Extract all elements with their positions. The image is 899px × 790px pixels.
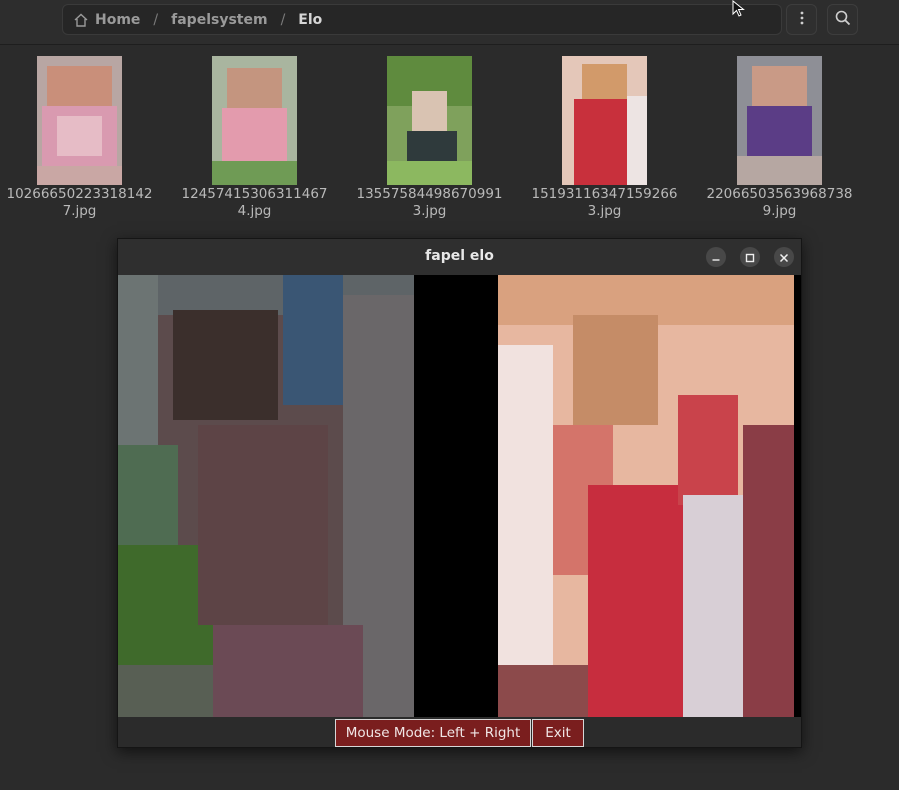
maximize-button[interactable]: [740, 247, 760, 267]
file-name: 13557584498670991 3.jpg: [356, 186, 503, 219]
mouse-cursor-icon: [732, 0, 746, 22]
exit-button[interactable]: Exit: [532, 719, 584, 747]
breadcrumb-home[interactable]: Home: [95, 12, 140, 28]
file-name: 15193116347159266 3.jpg: [531, 186, 678, 219]
right-image-pane[interactable]: [498, 275, 794, 717]
minimize-icon: [711, 248, 721, 267]
file-name: 10266650223318142 7.jpg: [6, 186, 153, 219]
maximize-icon: [745, 248, 755, 267]
breadcrumb-current[interactable]: Elo: [298, 12, 322, 28]
mouse-mode-button[interactable]: Mouse Mode: Left + Right: [335, 719, 531, 747]
window-title: fapel elo: [425, 248, 494, 264]
file-name: 12457415306311467 4.jpg: [181, 186, 328, 219]
kebab-menu-icon: [800, 10, 804, 29]
close-button[interactable]: [774, 247, 794, 267]
breadcrumb-separator: /: [153, 11, 159, 28]
breadcrumb-separator: /: [280, 11, 286, 28]
image-thumbnail: [212, 56, 297, 185]
file-item[interactable]: 12457415306311467 4.jpg: [167, 56, 342, 220]
file-name: 22066503563968738 9.jpg: [706, 186, 853, 219]
breadcrumb[interactable]: Home / fapelsystem / Elo: [62, 4, 782, 35]
file-item[interactable]: 13557584498670991 3.jpg: [342, 56, 517, 220]
breadcrumb-folder[interactable]: fapelsystem: [171, 12, 267, 28]
image-compare-view[interactable]: [118, 275, 801, 717]
file-item[interactable]: 10266650223318142 7.jpg: [0, 56, 167, 220]
image-thumbnail: [562, 56, 647, 185]
file-item[interactable]: 22066503563968738 9.jpg: [692, 56, 867, 220]
search-icon: [835, 10, 851, 30]
dialog-button-bar: Mouse Mode: Left + Right Exit: [118, 717, 801, 747]
file-manager-header: Home / fapelsystem / Elo: [0, 0, 899, 45]
menu-button[interactable]: [786, 4, 817, 35]
home-icon: [73, 12, 89, 28]
left-image-pane[interactable]: [118, 275, 414, 717]
image-thumbnail: [387, 56, 472, 185]
file-item[interactable]: 15193116347159266 3.jpg: [517, 56, 692, 220]
image-thumbnail: [737, 56, 822, 185]
search-button[interactable]: [827, 4, 858, 35]
window-titlebar[interactable]: fapel elo: [118, 239, 801, 276]
app-window: fapel elo Mouse Mode: Left + Right Exit: [117, 238, 802, 748]
image-thumbnail: [37, 56, 122, 185]
close-icon: [779, 248, 789, 267]
minimize-button[interactable]: [706, 247, 726, 267]
